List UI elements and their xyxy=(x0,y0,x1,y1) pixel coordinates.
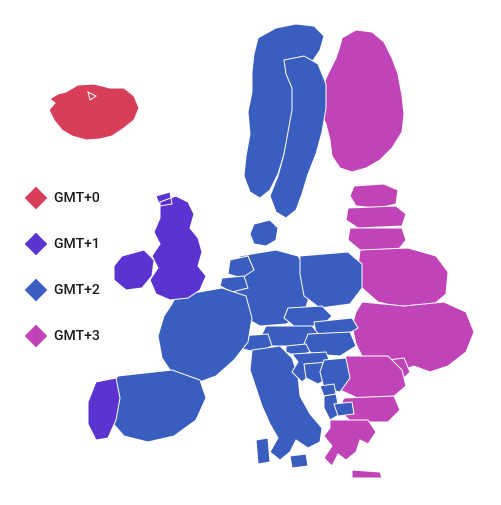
country-ireland xyxy=(114,250,154,290)
country-finland xyxy=(320,30,404,172)
diamond-icon xyxy=(25,187,48,210)
legend-label: GMT+1 xyxy=(54,236,100,252)
region-gmt2 xyxy=(106,24,362,468)
country-denmark xyxy=(250,220,278,246)
country-latvia xyxy=(346,206,406,228)
legend: GMT+0 GMT+1 GMT+2 GMT+3 xyxy=(28,190,100,344)
legend-item-gmt0: GMT+0 xyxy=(28,190,100,206)
legend-item-gmt3: GMT+3 xyxy=(28,328,100,344)
diamond-icon xyxy=(25,325,48,348)
legend-label: GMT+2 xyxy=(54,282,100,298)
country-macedonia xyxy=(334,402,354,416)
legend-label: GMT+0 xyxy=(54,190,100,206)
country-portugal xyxy=(88,378,120,440)
country-spain xyxy=(106,370,206,442)
country-poland xyxy=(300,252,362,308)
legend-item-gmt1: GMT+1 xyxy=(28,236,100,252)
country-estonia xyxy=(350,184,398,208)
country-lithuania xyxy=(348,228,406,250)
country-uk xyxy=(150,192,206,300)
country-belarus xyxy=(358,248,448,308)
country-iceland xyxy=(49,84,139,140)
legend-item-gmt2: GMT+2 xyxy=(28,282,100,298)
region-gmt0 xyxy=(49,84,139,140)
diamond-icon xyxy=(25,233,48,256)
country-greece xyxy=(324,420,382,478)
legend-label: GMT+3 xyxy=(54,328,100,344)
diamond-icon xyxy=(25,279,48,302)
